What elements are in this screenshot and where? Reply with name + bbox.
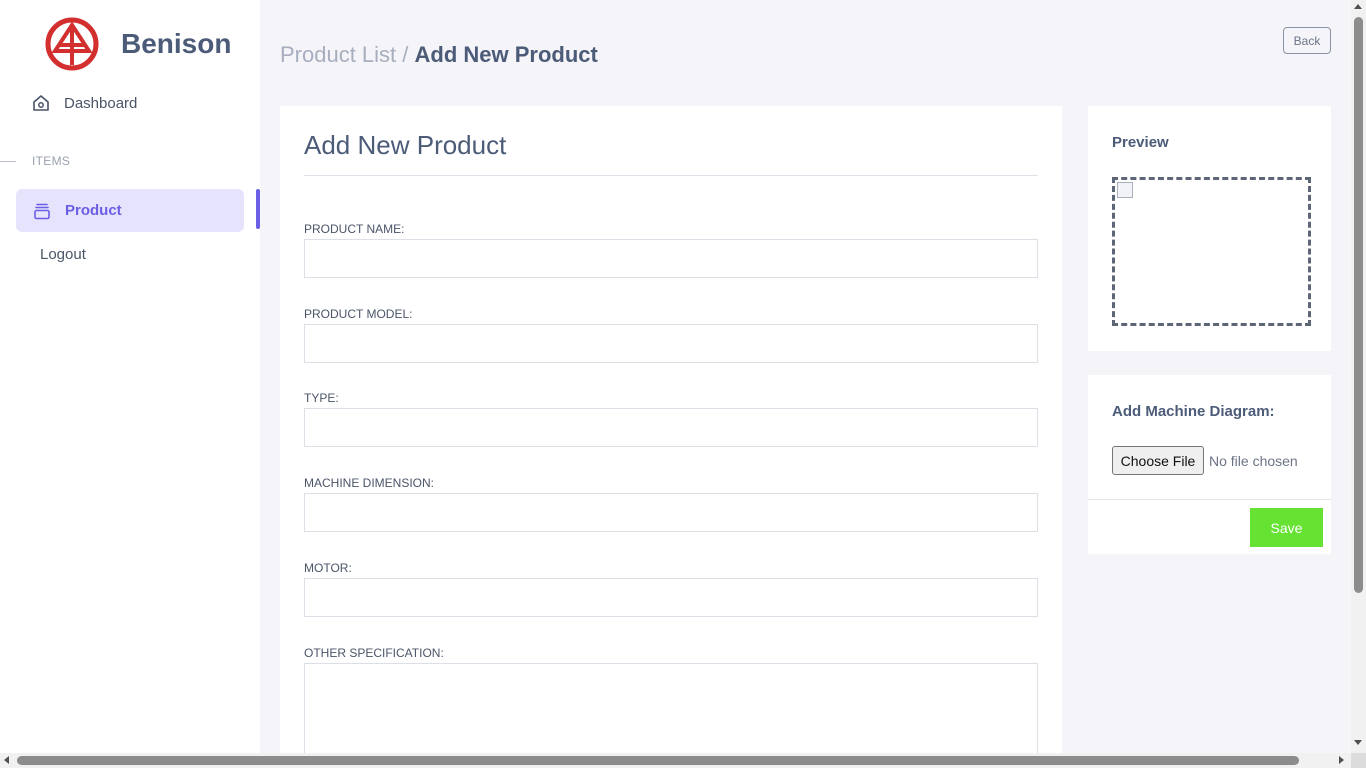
scrollbar-corner bbox=[1351, 753, 1366, 768]
scroll-right-arrow-icon[interactable] bbox=[1339, 756, 1344, 764]
other-specification-label: OTHER SPECIFICATION: bbox=[304, 646, 444, 660]
preview-card: Preview bbox=[1088, 106, 1331, 351]
breadcrumb-current: Add New Product bbox=[414, 42, 598, 67]
vertical-scroll-thumb[interactable] bbox=[1354, 17, 1363, 593]
layers-icon bbox=[33, 202, 51, 220]
sidebar-item-product[interactable]: Product bbox=[16, 189, 244, 232]
back-button[interactable]: Back bbox=[1283, 27, 1331, 54]
product-name-label: PRODUCT NAME: bbox=[304, 222, 405, 236]
section-divider bbox=[0, 161, 16, 162]
benison-logo-icon bbox=[45, 17, 99, 71]
section-label-items: ITEMS bbox=[32, 154, 71, 168]
form-divider bbox=[304, 175, 1038, 176]
type-input[interactable] bbox=[304, 408, 1038, 447]
product-model-label: PRODUCT MODEL: bbox=[304, 307, 413, 321]
type-label: TYPE: bbox=[304, 391, 339, 405]
broken-image-icon bbox=[1117, 182, 1133, 198]
sidebar-item-label: Product bbox=[65, 202, 122, 219]
machine-dimension-input[interactable] bbox=[304, 493, 1038, 532]
brand[interactable]: Benison bbox=[45, 17, 231, 71]
breadcrumb: Product List / Add New Product bbox=[280, 42, 598, 68]
scroll-down-arrow-icon[interactable] bbox=[1354, 740, 1362, 745]
machine-dimension-label: MACHINE DIMENSION: bbox=[304, 476, 435, 490]
form-title: Add New Product bbox=[304, 130, 507, 160]
machine-diagram-title: Add Machine Diagram: bbox=[1112, 403, 1275, 420]
product-model-input[interactable] bbox=[304, 324, 1038, 363]
brand-name: Benison bbox=[121, 28, 232, 59]
card-footer-divider bbox=[1088, 499, 1331, 500]
scroll-up-arrow-icon[interactable] bbox=[1354, 4, 1362, 9]
active-indicator bbox=[256, 189, 260, 229]
product-name-input[interactable] bbox=[304, 239, 1038, 278]
motor-label: MOTOR: bbox=[304, 561, 352, 575]
horizontal-scroll-thumb[interactable] bbox=[17, 756, 1299, 765]
vertical-scrollbar[interactable] bbox=[1351, 0, 1366, 753]
file-input: Choose File No file chosen bbox=[1112, 446, 1298, 475]
choose-file-button[interactable]: Choose File bbox=[1112, 446, 1204, 475]
sidebar-item-logout[interactable]: Logout bbox=[40, 246, 86, 263]
motor-input[interactable] bbox=[304, 578, 1038, 617]
horizontal-scrollbar[interactable] bbox=[0, 753, 1351, 768]
preview-image-box bbox=[1112, 177, 1311, 326]
machine-diagram-card: Add Machine Diagram: Choose File No file… bbox=[1088, 375, 1331, 554]
sidebar-item-dashboard[interactable]: Dashboard bbox=[32, 90, 137, 116]
sidebar: Benison Dashboard ITEMS Product Logout bbox=[0, 0, 260, 768]
scroll-left-arrow-icon[interactable] bbox=[4, 756, 9, 764]
product-form-card: Add New Product PRODUCT NAME: PRODUCT MO… bbox=[280, 106, 1062, 768]
breadcrumb-separator: / bbox=[396, 42, 415, 67]
file-status-text: No file chosen bbox=[1209, 452, 1298, 469]
sidebar-item-label: Dashboard bbox=[64, 94, 138, 112]
preview-title: Preview bbox=[1112, 134, 1169, 151]
home-icon bbox=[32, 94, 50, 112]
save-button[interactable]: Save bbox=[1250, 508, 1323, 547]
breadcrumb-parent-link[interactable]: Product List bbox=[280, 42, 396, 67]
